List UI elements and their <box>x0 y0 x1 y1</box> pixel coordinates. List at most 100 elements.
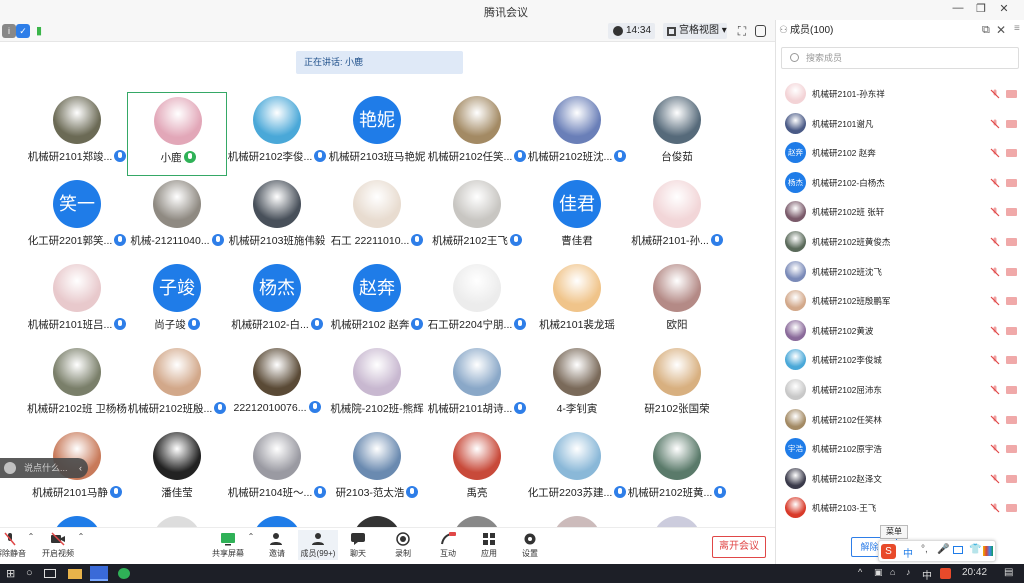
participant-tile[interactable]: 台俊茹 <box>627 92 727 176</box>
ime-skin-icon[interactable]: 👕 <box>969 544 981 555</box>
member-row[interactable]: 机械研2102李俊城 <box>776 346 1024 374</box>
member-row[interactable]: 机械研2102屈沛东 <box>776 376 1024 404</box>
start-button[interactable]: ⊞ <box>6 567 18 580</box>
member-row[interactable]: 杨杰 机械研2102-白杨杰 <box>776 169 1024 197</box>
popout-icon[interactable]: ⧉ <box>982 24 990 37</box>
member-camera-off-icon[interactable] <box>1006 504 1017 513</box>
member-mic-muted-icon[interactable] <box>990 326 1000 336</box>
member-row[interactable]: 机械研2101-孙东祥 <box>776 80 1024 108</box>
member-camera-off-icon[interactable] <box>1006 238 1017 246</box>
participant-tile[interactable]: 机械研2102班 卫杨杨 <box>27 344 127 428</box>
participant-tile[interactable]: 机械研2102王飞 <box>427 176 527 260</box>
participant-tile[interactable]: 小鹿 <box>127 92 227 176</box>
emoji-icon[interactable] <box>4 462 16 474</box>
participant-tile[interactable]: 杨杰 机械研2102-白... <box>227 260 327 344</box>
participant-tile[interactable]: 艳妮 机械研2103班马艳妮 <box>327 92 427 176</box>
participant-tile[interactable]: 机械研2102班沈... <box>527 92 627 176</box>
member-mic-muted-icon[interactable] <box>990 267 1000 277</box>
member-row[interactable]: 机械研2102班 张轩 <box>776 198 1024 226</box>
record-button[interactable]: 录制 <box>383 532 423 559</box>
notification-icon[interactable]: ▤ <box>1004 567 1013 580</box>
member-mic-muted-icon[interactable] <box>990 89 1000 99</box>
participant-tile[interactable]: 机械研2102李俊... <box>227 92 327 176</box>
leave-meeting-button[interactable]: 离开会议 <box>712 536 766 558</box>
ime-toolbar[interactable]: S 中 °, 🎤 👕 <box>878 540 996 562</box>
member-row[interactable]: 机械研2103-王飞 <box>776 494 1024 522</box>
participant-tile[interactable]: 机械-21211040... <box>127 176 227 260</box>
member-row[interactable]: 机械研2102黄波 <box>776 317 1024 345</box>
tray-expand-icon[interactable]: ^ <box>858 567 862 580</box>
member-camera-off-icon[interactable] <box>1006 267 1017 276</box>
sogou-tray-icon[interactable] <box>940 568 951 579</box>
share-options-chevron[interactable]: ⌃ <box>244 532 258 541</box>
task-view-icon[interactable] <box>44 569 56 578</box>
member-camera-off-icon[interactable] <box>1006 297 1017 306</box>
shield-icon[interactable]: ✓ <box>16 24 30 38</box>
share-screen-button[interactable]: 共享屏幕 <box>208 532 248 559</box>
participant-tile[interactable]: 机械研2103班施伟毅 <box>227 176 327 260</box>
member-search-input[interactable]: 搜索成员 <box>781 47 1019 69</box>
participant-tile[interactable]: 欧阳 <box>627 260 727 344</box>
collapse-icon[interactable]: ‹ <box>79 458 82 478</box>
info-icon[interactable]: i <box>2 24 16 38</box>
member-camera-off-icon[interactable] <box>1006 208 1017 217</box>
member-mic-muted-icon[interactable] <box>990 237 1000 247</box>
member-mic-muted-icon[interactable] <box>990 207 1000 217</box>
participant-tile[interactable]: 石工研2204宁朋... <box>427 260 527 344</box>
ime-keyboard-icon[interactable] <box>953 546 963 554</box>
chat-button[interactable]: 聊天 <box>338 532 378 559</box>
member-row[interactable]: 机械研2102班殷鹏军 <box>776 287 1024 315</box>
member-camera-off-icon[interactable] <box>1006 149 1017 158</box>
participant-tile[interactable]: 机械研2102班黄... <box>627 428 727 512</box>
participant-tile[interactable]: 禹亮 <box>427 428 527 512</box>
participant-tile[interactable]: 机械院-2102班-熊辉 <box>327 344 427 428</box>
participant-tile[interactable]: 佳君 曹佳君 <box>527 176 627 260</box>
member-camera-off-icon[interactable] <box>1006 386 1017 394</box>
member-row[interactable]: 机械研2102班沈飞 <box>776 258 1024 286</box>
member-row[interactable]: 机械研2102任笑林 <box>776 406 1024 434</box>
apps-button[interactable]: 应用 <box>469 532 509 559</box>
participant-tile[interactable]: 机械研2104班～... <box>227 428 327 512</box>
settings-button[interactable]: 设置 <box>510 532 550 559</box>
member-row[interactable]: 机械研2102班黄俊杰 <box>776 228 1024 256</box>
member-mic-muted-icon[interactable] <box>990 474 1000 484</box>
participant-tile[interactable]: 机械研2101郑竣... <box>27 92 127 176</box>
participant-tile[interactable]: 笑一 化工研2201郭笑... <box>27 176 127 260</box>
participant-tile[interactable]: 石工 22211010... <box>327 176 427 260</box>
ime-lang-indicator[interactable]: 中 <box>903 545 913 560</box>
participant-tile[interactable]: 机械研2101-孙... <box>627 176 727 260</box>
member-camera-off-icon[interactable] <box>1006 356 1017 365</box>
panel-menu-icon[interactable]: ≡ <box>1014 23 1020 34</box>
ime-voice-icon[interactable]: 🎤 <box>937 544 949 555</box>
member-mic-muted-icon[interactable] <box>990 415 1000 425</box>
participant-tile[interactable]: 机械研2102班殷... <box>127 344 227 428</box>
participant-tile[interactable]: 化工研2203苏建... <box>527 428 627 512</box>
participant-tile[interactable]: 研2102张国荣 <box>627 344 727 428</box>
participant-tile[interactable]: 子竣 尚子竣 <box>127 260 227 344</box>
member-camera-off-icon[interactable] <box>1006 415 1017 424</box>
interact-button[interactable]: 互动 <box>428 532 468 559</box>
member-row[interactable]: 机械研2102赵泽文 <box>776 465 1024 493</box>
volume-icon[interactable]: ♪ <box>906 567 911 580</box>
member-mic-muted-icon[interactable] <box>990 444 1000 454</box>
comment-input[interactable]: 说点什么... ‹ <box>0 458 88 478</box>
member-row[interactable]: 宇浩 机械研2102原宇浩 <box>776 435 1024 463</box>
signal-icon[interactable]: ▮ <box>32 24 46 38</box>
participant-tile[interactable]: 4-李钊寅 <box>527 344 627 428</box>
restore-button[interactable]: ❐ <box>972 2 990 18</box>
member-camera-off-icon[interactable] <box>1006 445 1017 454</box>
member-mic-muted-icon[interactable] <box>990 385 1000 395</box>
member-camera-off-icon[interactable] <box>1006 178 1017 187</box>
participant-tile[interactable]: 机械研2101胡诗... <box>427 344 527 428</box>
tray-app-icon[interactable]: ▣ <box>874 567 883 580</box>
ime-toolbox-icon[interactable] <box>983 546 993 556</box>
network-icon[interactable]: ⌂ <box>890 567 895 580</box>
view-mode-select[interactable]: 宫格视图 ▾ <box>663 23 727 39</box>
minimize-button[interactable]: — <box>949 2 967 18</box>
participant-tile[interactable]: 赵奔 机械研2102 赵奔 <box>327 260 427 344</box>
member-camera-off-icon[interactable] <box>1006 90 1017 98</box>
member-camera-off-icon[interactable] <box>1006 119 1017 128</box>
member-mic-muted-icon[interactable] <box>990 503 1000 513</box>
member-mic-muted-icon[interactable] <box>990 178 1000 188</box>
member-mic-muted-icon[interactable] <box>990 119 1000 129</box>
